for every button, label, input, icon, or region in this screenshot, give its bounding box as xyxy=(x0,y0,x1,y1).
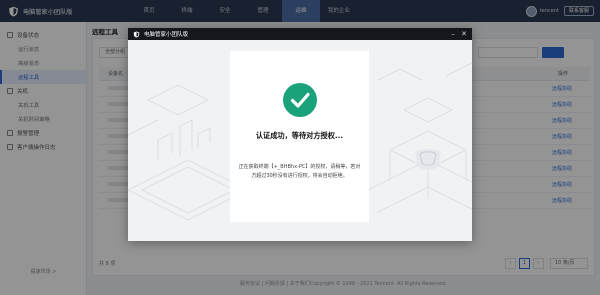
dialog-title-bar[interactable]: 电脑管家小团队版 xyxy=(128,28,472,40)
dialog-title: 电脑管家小团队版 xyxy=(144,32,189,38)
status-panel: 认证成功，等待对方授权... 正在获取终端【+_BHBhx-PC】的授权，请稍等… xyxy=(230,51,369,222)
shield-logo-icon xyxy=(133,30,140,38)
success-check-icon xyxy=(283,83,317,117)
minimize-icon[interactable]: – xyxy=(448,28,458,40)
close-icon[interactable]: ✕ xyxy=(459,28,469,40)
auth-status-title: 认证成功，等待对方授权... xyxy=(255,131,344,140)
auth-status-description: 正在获取终端【+_BHBhx-PC】的授权，请稍等，若对方超过30秒没有进行授权… xyxy=(238,164,361,179)
dialog-body: 认证成功，等待对方授权... 正在获取终端【+_BHBhx-PC】的授权，请稍等… xyxy=(128,40,472,241)
authorization-dialog: 电脑管家小团队版 – ✕ 认证成功，等待对方授权... 正在获取终端【+_BHB… xyxy=(128,28,472,241)
